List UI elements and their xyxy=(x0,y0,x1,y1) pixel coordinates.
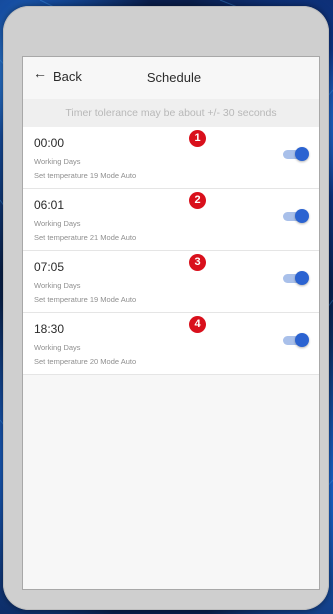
schedule-time: 18:30 xyxy=(34,322,65,336)
schedule-item-1[interactable]: 00:00 Working Days Set temperature 19 Mo… xyxy=(23,127,319,189)
schedule-item-2[interactable]: 06:01 Working Days Set temperature 21 Mo… xyxy=(23,189,319,251)
schedule-days: Working Days xyxy=(34,219,81,228)
schedule-days: Working Days xyxy=(34,157,81,166)
schedule-toggle[interactable] xyxy=(283,333,309,347)
page-title: Schedule xyxy=(146,70,202,85)
schedule-detail: Set temperature 19 Mode Auto xyxy=(34,295,137,304)
toggle-knob xyxy=(295,209,309,223)
toggle-knob xyxy=(295,271,309,285)
schedule-time: 06:01 xyxy=(34,198,65,212)
schedule-days: Working Days xyxy=(34,281,81,290)
schedule-toggle[interactable] xyxy=(283,271,309,285)
schedule-days: Working Days xyxy=(34,343,81,352)
toggle-knob xyxy=(295,333,309,347)
number-badge: 3 xyxy=(189,254,206,271)
timer-tolerance-notice: Timer tolerance may be about +/- 30 seco… xyxy=(23,99,319,127)
header-bar: ← Back Schedule xyxy=(23,57,319,99)
schedule-detail: Set temperature 20 Mode Auto xyxy=(34,357,137,366)
phone-frame: ← Back Schedule Timer tolerance may be a… xyxy=(3,6,329,610)
schedule-toggle[interactable] xyxy=(283,147,309,161)
schedule-time: 00:00 xyxy=(34,136,65,150)
schedule-time: 07:05 xyxy=(34,260,65,274)
schedule-item-3[interactable]: 07:05 Working Days Set temperature 19 Mo… xyxy=(23,251,319,313)
toggle-knob xyxy=(295,147,309,161)
number-badge: 4 xyxy=(189,316,206,333)
schedule-item-4[interactable]: 18:30 Working Days Set temperature 20 Mo… xyxy=(23,313,319,375)
schedule-toggle[interactable] xyxy=(283,209,309,223)
schedule-screen: ← Back Schedule Timer tolerance may be a… xyxy=(22,56,320,590)
number-badge: 1 xyxy=(189,130,206,147)
schedule-detail: Set temperature 19 Mode Auto xyxy=(34,171,137,180)
number-badge: 2 xyxy=(189,192,206,209)
schedule-detail: Set temperature 21 Mode Auto xyxy=(34,233,137,242)
